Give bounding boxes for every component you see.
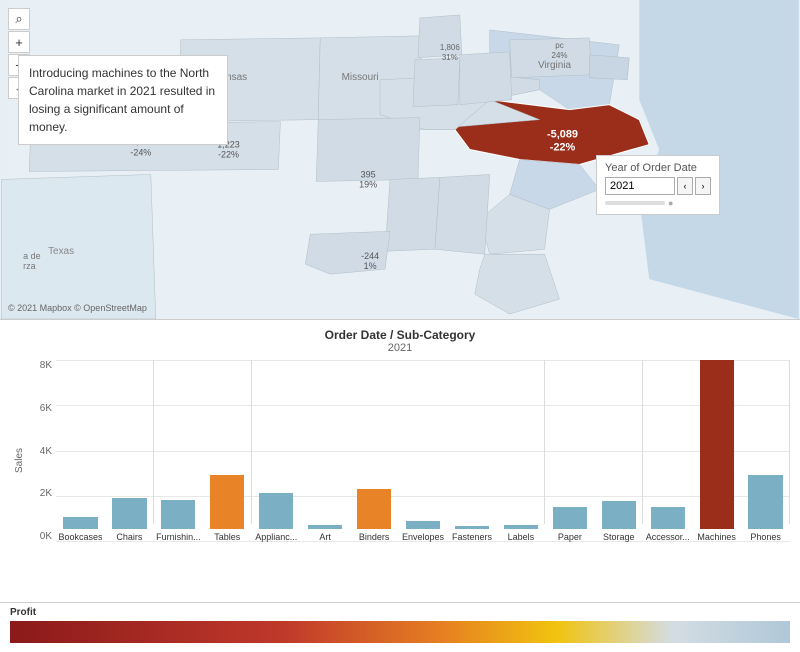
svg-text:-24%: -24% [130, 148, 151, 158]
bar-bookcases[interactable] [63, 517, 97, 529]
bar-binders[interactable] [357, 489, 391, 529]
year-prev-button[interactable]: ‹ [677, 177, 693, 195]
svg-text:rza: rza [23, 261, 35, 271]
bar-furnishin[interactable] [161, 500, 195, 529]
y-axis-label: Sales [14, 447, 25, 472]
bars-inner: Bookcases Chairs Furnishin... Tables Applian… [56, 360, 790, 542]
cat-label: Binders [359, 532, 390, 542]
profit-bar-container: -$3,868 $334 [10, 621, 790, 643]
cat-group-storage: Storage [594, 360, 643, 542]
cat-group-binders: Binders [350, 360, 399, 542]
cat-group-chairs: Chairs [105, 360, 154, 542]
y-tick-2k: 2K [40, 488, 52, 499]
cat-label: Phones [750, 532, 781, 542]
bar-fasteners[interactable] [455, 526, 489, 529]
svg-text:a de: a de [23, 251, 40, 261]
bar-paper[interactable] [553, 507, 587, 529]
profit-canvas [10, 621, 790, 643]
cat-label: Bookcases [58, 532, 102, 542]
cat-label: Envelopes [402, 532, 444, 542]
year-input[interactable] [605, 177, 675, 195]
cat-group-applianc: Applianc... [252, 360, 301, 542]
svg-text:395: 395 [361, 169, 376, 179]
cat-group-paper: Paper [545, 360, 594, 542]
cat-label: Labels [508, 532, 535, 542]
bar-phones[interactable] [748, 475, 782, 529]
svg-text:24%: 24% [552, 51, 568, 60]
map-tooltip: Introducing machines to the North Caroli… [18, 55, 228, 145]
cat-label: Accessor... [646, 532, 690, 542]
bar-labels[interactable] [504, 525, 538, 529]
svg-text:-5,089: -5,089 [547, 129, 578, 141]
cat-group-phones: Phones [741, 360, 790, 542]
bar-storage[interactable] [602, 501, 636, 529]
svg-text:-22%: -22% [218, 150, 239, 160]
cat-divider [789, 360, 790, 524]
bars-container: Bookcases Chairs Furnishin... Tables Applian… [56, 360, 790, 560]
y-tick-4k: 4K [40, 446, 52, 457]
chart-title: Order Date / Sub-Category [10, 328, 790, 342]
cat-label: Fasteners [452, 532, 492, 542]
cat-label: Tables [214, 532, 240, 542]
bar-envelopes[interactable] [406, 521, 440, 529]
cat-group-labels: Labels [496, 360, 545, 542]
svg-text:19%: 19% [359, 179, 377, 189]
svg-text:Missouri: Missouri [342, 72, 379, 83]
cat-group-fasteners: Fasteners [448, 360, 497, 542]
bar-tables[interactable] [210, 475, 244, 529]
bar-chairs[interactable] [112, 498, 146, 529]
chart-section: Order Date / Sub-Category 2021 Sales 8K … [0, 320, 800, 602]
map-search-button[interactable]: ⌕ [8, 8, 30, 30]
cat-group-accessor: Accessor... [643, 360, 692, 542]
cat-label: Applianc... [255, 532, 297, 542]
cat-label: Art [319, 532, 331, 542]
chart-subtitle: 2021 [10, 342, 790, 354]
y-tick-8k: 8K [40, 360, 52, 371]
map-zoom-in-button[interactable]: + [8, 31, 30, 53]
bar-art[interactable] [308, 525, 342, 529]
cat-group-machines: Machines [692, 360, 741, 542]
svg-text:1%: 1% [364, 261, 377, 271]
cat-group-art: Art [301, 360, 350, 542]
cat-group-furnishin: Furnishin... [154, 360, 203, 542]
bar-machines[interactable] [700, 360, 734, 529]
svg-text:-244: -244 [361, 251, 379, 261]
map-section: Kansas Missouri Virginia -6,449 -24% 1,2… [0, 0, 800, 320]
y-axis: 8K 6K 4K 2K 0K [28, 360, 56, 560]
y-tick-6k: 6K [40, 403, 52, 414]
cat-label: Chairs [116, 532, 142, 542]
bar-applianc[interactable] [259, 493, 293, 529]
cat-group-tables: Tables [203, 360, 252, 542]
cat-label: Machines [697, 532, 736, 542]
cat-group-bookcases: Bookcases [56, 360, 105, 542]
cat-label: Furnishin... [156, 532, 201, 542]
year-filter: Year of Order Date ‹ › ● [596, 155, 720, 215]
tooltip-text: Introducing machines to the North Caroli… [29, 66, 215, 134]
copyright-text: © 2021 Mapbox © OpenStreetMap [8, 303, 147, 313]
profit-section: Profit -$3,868 $334 [0, 602, 800, 652]
svg-text:Virginia: Virginia [538, 60, 571, 71]
year-filter-label: Year of Order Date [605, 162, 711, 174]
cat-label: Storage [603, 532, 635, 542]
year-slider[interactable] [605, 201, 665, 205]
year-next-button[interactable]: › [695, 177, 711, 195]
y-tick-0k: 0K [40, 531, 52, 542]
svg-text:1,806: 1,806 [440, 43, 461, 52]
cat-label: Paper [558, 532, 582, 542]
profit-label: Profit [10, 607, 790, 618]
svg-text:Texas: Texas [48, 246, 74, 257]
svg-text:31%: 31% [442, 53, 458, 62]
svg-text:pc: pc [555, 41, 563, 50]
bar-accessor[interactable] [651, 507, 685, 529]
cat-group-envelopes: Envelopes [399, 360, 448, 542]
svg-text:-22%: -22% [550, 142, 576, 154]
map-copyright: © 2021 Mapbox © OpenStreetMap [8, 303, 147, 313]
year-slider-dot: ● [668, 198, 673, 208]
chart-area: Sales 8K 6K 4K 2K 0K Bookcases Chairs Furn… [10, 360, 790, 560]
